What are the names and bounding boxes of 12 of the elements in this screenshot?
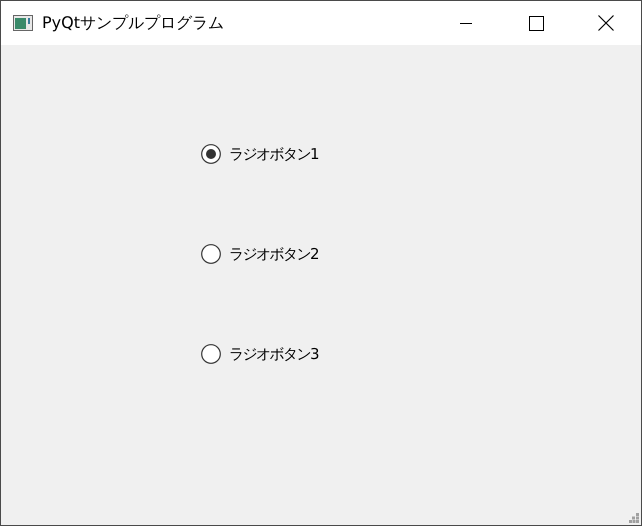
radio-circle[interactable]: [201, 244, 221, 264]
resize-grip-icon: [629, 513, 639, 523]
app-icon: [13, 15, 33, 31]
window-title: PyQtサンプルプログラム: [42, 12, 224, 34]
maximize-icon: [528, 16, 544, 30]
minimize-icon: [460, 22, 472, 24]
radio-button[interactable]: ラジオボタン1: [201, 144, 641, 164]
radio-circle[interactable]: [201, 144, 221, 164]
radio-button[interactable]: ラジオボタン3: [201, 344, 641, 364]
radio-button[interactable]: ラジオボタン2: [201, 244, 641, 264]
close-icon: [598, 15, 614, 31]
radio-circle[interactable]: [201, 344, 221, 364]
